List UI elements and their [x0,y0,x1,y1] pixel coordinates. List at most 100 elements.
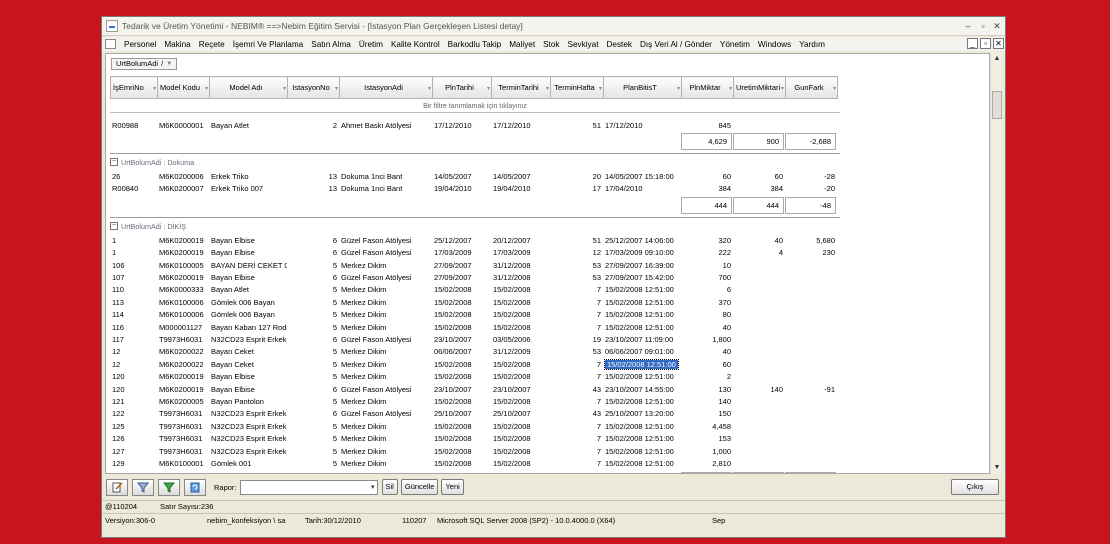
cell-pln-miktar[interactable]: 384 [681,183,733,195]
cell-istasyon-no[interactable]: 5 [287,259,339,271]
cell-termin-hafta[interactable]: 7 [550,358,603,370]
cell-pln-miktar[interactable]: 2 [681,370,733,382]
cell-pln-miktar[interactable]: 40 [681,321,733,333]
filter-icon[interactable] [132,478,154,496]
cell-istasyon-adi[interactable]: Merkez Dikim [339,445,432,457]
cell-model-kodu[interactable]: M6K0200006 [157,170,209,182]
filter-row[interactable]: Bir filtre tanımlamak için tıklayınız [110,100,840,113]
cell-termin-tarihi[interactable]: 15/02/2008 [491,370,550,382]
column-header-pln-miktar[interactable]: PlnMiktar [681,76,734,99]
cell-plan-bitis[interactable]: 15/02/2008 12:51:00 [603,321,681,333]
cell-model-adi[interactable]: Bayan Atlet [209,284,287,296]
cell-istasyon-adi[interactable]: Güzel Fason Atölyesi [339,271,432,283]
table-row[interactable]: 106 M6K0100005 BAYAN DERİ CEKET 00 5 Merkez … [110,259,837,271]
cell-termin-hafta[interactable]: 43 [550,408,603,420]
cell-gun-fark[interactable] [785,284,837,296]
cell-istasyon-no[interactable]: 5 [287,321,339,333]
cell-termin-hafta[interactable]: 19 [550,333,603,345]
cell-istasyon-adi[interactable]: Güzel Fason Atölyesi [339,234,432,246]
cell-pln-miktar[interactable]: 80 [681,309,733,321]
yeni-button[interactable]: Yeni [441,479,464,495]
cell-isemri[interactable]: 1 [110,234,157,246]
cell-model-kodu[interactable]: M6K0200005 [157,395,209,407]
close-button[interactable]: ✕ [990,20,1004,32]
cell-isemri[interactable]: 26 [110,170,157,182]
cell-gun-fark[interactable] [785,395,837,407]
cell-model-adi[interactable]: Bayan Elbise [209,370,287,382]
cell-pln-miktar[interactable]: 60 [681,358,733,370]
cell-termin-hafta[interactable]: 20 [550,170,603,182]
group-header[interactable]: − UrtBolumAdi : Dokuma [110,156,840,168]
cell-uretim-miktari[interactable] [733,284,785,296]
cell-model-adi[interactable]: Gömlek 006 Bayan [209,309,287,321]
table-row[interactable]: 129 M6K0100001 Gömlek 001 5 Merkez Dikim 15/0… [110,457,837,469]
cell-istasyon-no[interactable]: 5 [287,370,339,382]
cell-isemri[interactable]: 110 [110,284,157,296]
cell-istasyon-adi[interactable]: Merkez Dikim [339,370,432,382]
menu-item-2[interactable]: Reçete [195,40,229,49]
cell-istasyon-adi[interactable]: Merkez Dikim [339,395,432,407]
cell-pln-tarihi[interactable]: 15/02/2008 [432,296,491,308]
column-header-plan-bitis[interactable]: PlanBitisT [603,76,682,99]
table-row[interactable]: 107 M6K0200019 Bayan Elbise 6 Güzel Fason At… [110,271,837,283]
cell-plan-bitis[interactable]: 17/12/2010 [603,119,681,131]
cell-model-adi[interactable]: BAYAN DERİ CEKET 00 [209,259,287,271]
cell-gun-fark[interactable] [785,420,837,432]
cell-plan-bitis[interactable]: 15/02/2008 12:51:00 [603,370,681,382]
minimize-button[interactable]: – [961,20,975,32]
cell-gun-fark[interactable] [785,445,837,457]
cell-uretim-miktari[interactable] [733,259,785,271]
cell-model-adi[interactable]: Bayan Elbise [209,247,287,259]
cell-uretim-miktari[interactable] [733,457,785,469]
cell-termin-hafta[interactable]: 7 [550,321,603,333]
cell-plan-bitis[interactable]: 17/03/2009 09:10:00 [603,247,681,259]
cell-uretim-miktari[interactable] [733,333,785,345]
cell-pln-tarihi[interactable]: 15/02/2008 [432,370,491,382]
document-icon[interactable] [105,39,116,49]
cell-istasyon-no[interactable]: 5 [287,358,339,370]
cell-istasyon-no[interactable]: 6 [287,234,339,246]
cell-uretim-miktari[interactable]: 60 [733,170,785,182]
cell-gun-fark[interactable] [785,370,837,382]
cell-isemri[interactable]: 120 [110,370,157,382]
cell-termin-hafta[interactable]: 7 [550,284,603,296]
cell-isemri[interactable]: 126 [110,432,157,444]
cell-gun-fark[interactable] [785,119,837,131]
menu-item-1[interactable]: Makina [160,40,194,49]
cell-istasyon-no[interactable]: 5 [287,457,339,469]
cell-termin-hafta[interactable]: 7 [550,420,603,432]
cell-model-kodu[interactable]: M6K0000333 [157,284,209,296]
cell-pln-miktar[interactable]: 153 [681,432,733,444]
cell-plan-bitis[interactable]: 15/02/2008 12:51:00 [603,420,681,432]
cell-gun-fark[interactable] [785,333,837,345]
cell-gun-fark[interactable] [785,296,837,308]
cell-termin-hafta[interactable]: 7 [550,445,603,457]
cell-gun-fark[interactable] [785,432,837,444]
cell-model-kodu[interactable]: M6K0200019 [157,234,209,246]
cell-plan-bitis[interactable]: 27/09/2007 16:39:00 [603,259,681,271]
table-row[interactable]: 122 T9973H6031 N32CD23 Esprit Erkek F 6 Güze… [110,408,837,420]
cell-model-kodu[interactable]: M6K0100006 [157,309,209,321]
table-row[interactable]: 1 M6K0200019 Bayan Elbise 6 Güzel Fason Atöl… [110,247,837,259]
cell-istasyon-adi[interactable]: Merkez Dikim [339,420,432,432]
cell-istasyon-adi[interactable]: Güzel Fason Atölyesi [339,333,432,345]
cell-gun-fark[interactable]: -28 [785,170,837,182]
cell-pln-miktar[interactable]: 320 [681,234,733,246]
cell-pln-tarihi[interactable]: 23/10/2007 [432,333,491,345]
table-row[interactable]: 26 M6K0200006 Erkek Triko 13 Dokuma 1nci Ban… [110,170,837,182]
cell-pln-tarihi[interactable]: 27/09/2007 [432,259,491,271]
menu-item-11[interactable]: Destek [602,40,635,49]
cell-pln-miktar[interactable]: 370 [681,296,733,308]
cell-plan-bitis[interactable]: 15/02/2008 12:51:00 [603,358,681,370]
cell-termin-tarihi[interactable]: 03/05/2006 [491,333,550,345]
cell-termin-tarihi[interactable]: 15/02/2008 [491,445,550,457]
guncelle-button[interactable]: Güncelle [400,479,439,495]
cell-model-kodu[interactable]: T9973H6031 [157,445,209,457]
table-row[interactable]: R00988 M6K0000001 Bayan Atlet 2 Ahmet Baskı … [110,119,837,131]
cell-gun-fark[interactable] [785,321,837,333]
edit-icon[interactable] [106,478,128,496]
cell-istasyon-adi[interactable]: Güzel Fason Atölyesi [339,383,432,395]
cell-istasyon-adi[interactable]: Güzel Fason Atölyesi [339,408,432,420]
collapse-icon[interactable]: − [110,222,118,231]
cell-termin-hafta[interactable]: 12 [550,247,603,259]
